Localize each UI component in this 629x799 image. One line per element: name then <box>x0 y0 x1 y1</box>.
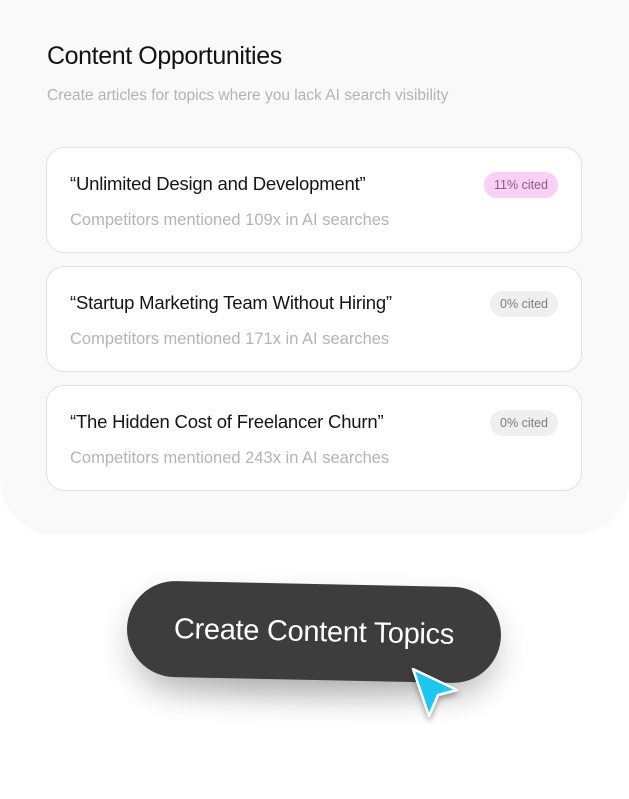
page: Content Opportunities Create articles fo… <box>0 0 629 799</box>
cited-badge: 11% cited <box>484 172 558 198</box>
opportunity-title: “Startup Marketing Team Without Hiring” <box>70 292 392 313</box>
opportunity-description: Competitors mentioned 109x in AI searche… <box>70 211 390 229</box>
cited-badge: 0% cited <box>490 410 558 436</box>
content-opportunities-panel: Content Opportunities Create articles fo… <box>0 0 629 535</box>
panel-subtitle: Create articles for topics where you lac… <box>47 87 449 104</box>
cited-badge: 0% cited <box>490 291 558 317</box>
opportunity-card[interactable]: “Unlimited Design and Development” 11% c… <box>46 147 582 253</box>
opportunity-title: “Unlimited Design and Development” <box>70 173 366 194</box>
opportunity-card[interactable]: “Startup Marketing Team Without Hiring” … <box>46 266 582 372</box>
opportunity-list: “Unlimited Design and Development” 11% c… <box>46 147 582 504</box>
opportunity-card[interactable]: “The Hidden Cost of Freelancer Churn” 0%… <box>46 385 582 491</box>
opportunity-title: “The Hidden Cost of Freelancer Churn” <box>70 411 384 432</box>
opportunity-description: Competitors mentioned 243x in AI searche… <box>70 449 390 467</box>
opportunity-description: Competitors mentioned 171x in AI searche… <box>70 330 390 348</box>
pointer-cursor-icon <box>411 667 459 718</box>
panel-title: Content Opportunities <box>47 42 282 70</box>
